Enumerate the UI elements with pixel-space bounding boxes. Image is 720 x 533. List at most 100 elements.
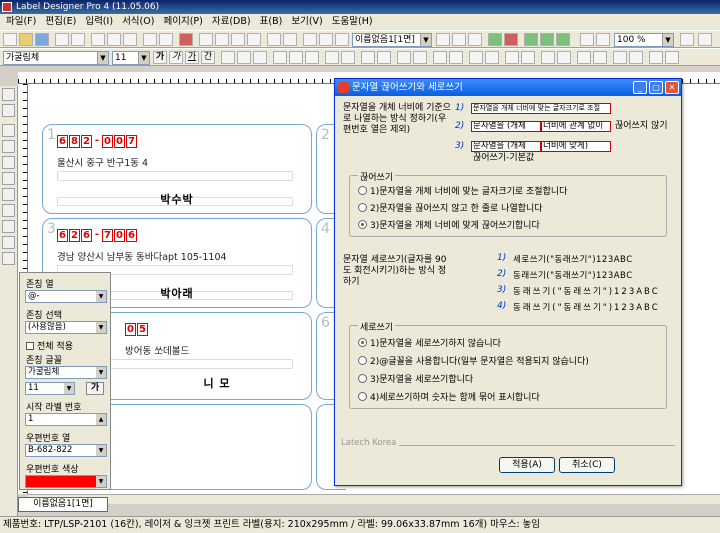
font-select[interactable]: 가굴림체 ▼	[3, 51, 109, 65]
apply-button[interactable]: 적용(A)	[499, 457, 555, 473]
print-icon[interactable]	[55, 33, 69, 46]
preview-icon[interactable]	[71, 33, 85, 46]
db-icon[interactable]	[303, 33, 317, 46]
menu-format[interactable]: 서식(O)	[122, 16, 154, 27]
underline-button[interactable]: 가	[185, 51, 199, 64]
save-icon[interactable]	[35, 33, 49, 46]
line-icon[interactable]	[215, 33, 229, 46]
zoom-out-icon[interactable]	[596, 33, 610, 46]
minimize-icon[interactable]: _	[633, 81, 647, 94]
align-center-icon[interactable]	[237, 51, 251, 64]
menu-edit[interactable]: 편집(E)	[45, 16, 76, 27]
play-icon[interactable]	[556, 33, 570, 46]
zip-column-select[interactable]: B-682-822 ▼	[25, 444, 107, 457]
hand-icon[interactable]	[2, 104, 15, 117]
valign-mid-icon[interactable]	[289, 51, 303, 64]
spacing-icon[interactable]	[361, 51, 375, 64]
valign-bottom-icon[interactable]	[305, 51, 319, 64]
open-icon[interactable]	[19, 33, 33, 46]
new-icon[interactable]	[3, 33, 17, 46]
undo-icon[interactable]	[143, 33, 157, 46]
paste-icon[interactable]	[123, 33, 137, 46]
text-tool-icon[interactable]	[2, 124, 15, 137]
serial-tool-icon[interactable]	[2, 236, 15, 249]
rect-icon[interactable]	[231, 33, 245, 46]
title-size-select[interactable]: 11 ▼	[25, 382, 75, 395]
spacing-value-icon[interactable]	[377, 51, 391, 64]
forward-icon[interactable]	[540, 33, 554, 46]
fill-value-icon[interactable]	[521, 51, 535, 64]
image-icon[interactable]	[247, 33, 261, 46]
line-spacing-value-icon[interactable]	[413, 51, 427, 64]
align-right-icon[interactable]	[253, 51, 267, 64]
fill-icon[interactable]	[505, 51, 519, 64]
menu-table[interactable]: 표(B)	[260, 16, 283, 27]
fit-icon[interactable]	[680, 33, 694, 46]
cancel-button[interactable]: 취소(C)	[559, 457, 615, 473]
run-icon[interactable]	[524, 33, 538, 46]
start-number-input[interactable]: 1 ▲	[25, 413, 107, 426]
title-font-select[interactable]: 가굴림체 ▼	[25, 366, 107, 379]
table-icon[interactable]	[283, 33, 297, 46]
border-icon[interactable]	[469, 51, 483, 64]
zip-color-select[interactable]: ▼	[25, 475, 107, 488]
width-icon[interactable]	[433, 51, 447, 64]
text-icon[interactable]	[199, 33, 213, 46]
wrap-option-1[interactable]: 1)문자열을 개체 너비에 맞는 글자크기로 조절합니다	[358, 184, 567, 197]
rect-tool-icon[interactable]	[2, 156, 15, 169]
menu-help[interactable]: 도움말(H)	[332, 16, 373, 27]
page-delete-icon[interactable]	[504, 33, 518, 46]
vertical-option-2[interactable]: 2)@글꼴을 사용합니다(일부 문자열은 적용되지 않습니다)	[358, 354, 589, 367]
db-field-tool-icon[interactable]	[2, 252, 15, 265]
line-tool-icon[interactable]	[2, 140, 15, 153]
page-first-icon[interactable]	[436, 33, 450, 46]
copy-icon[interactable]	[107, 33, 121, 46]
strike-button[interactable]: 간	[201, 51, 215, 64]
delete-icon[interactable]	[179, 33, 193, 46]
title-bold-button[interactable]: 가	[86, 382, 104, 395]
zoom-select[interactable]: 100 % ▼	[614, 33, 674, 47]
maximize-icon[interactable]: □	[649, 81, 663, 94]
redo-icon[interactable]	[159, 33, 173, 46]
ellipse-tool-icon[interactable]	[2, 172, 15, 185]
align-left-icon[interactable]	[221, 51, 235, 64]
table-tool-icon[interactable]	[2, 220, 15, 233]
line-spacing-icon[interactable]	[397, 51, 411, 64]
apply-all-checkbox[interactable]: 전체 적용	[26, 339, 73, 352]
image-tool-icon[interactable]	[2, 188, 15, 201]
valign-top-icon[interactable]	[273, 51, 287, 64]
barcode-tool-icon[interactable]	[2, 204, 15, 217]
margin-icon[interactable]	[613, 51, 627, 64]
menu-view[interactable]: 보기(V)	[291, 16, 322, 27]
shadow-value-icon[interactable]	[557, 51, 571, 64]
pointer-icon[interactable]	[2, 88, 15, 101]
help-icon[interactable]	[698, 33, 712, 46]
color-icon[interactable]	[341, 51, 355, 64]
sheet-tab[interactable]: 이름없음1[1면]	[18, 497, 108, 512]
indent-value-icon[interactable]	[593, 51, 607, 64]
menu-file[interactable]: 파일(F)	[6, 16, 36, 27]
page-add-icon[interactable]	[488, 33, 502, 46]
margin-value-icon[interactable]	[629, 51, 643, 64]
cut-icon[interactable]	[91, 33, 105, 46]
page-prev-icon[interactable]	[452, 33, 466, 46]
page-select[interactable]: 이름없음1[1면] ▼	[352, 33, 432, 47]
menu-data[interactable]: 자료(DB)	[212, 16, 251, 27]
label-cell-1[interactable]: 1 6 8 2 - 0 0 7 울산시 중구 반구1동 4 박수박	[42, 124, 312, 214]
close-icon[interactable]: ✕	[665, 81, 679, 94]
page-next-icon[interactable]	[468, 33, 482, 46]
vertical-option-3[interactable]: 3)문자열을 세로쓰기합니다	[358, 372, 473, 385]
rotate-icon[interactable]	[325, 51, 339, 64]
barcode-icon[interactable]	[267, 33, 281, 46]
vertical-option-1[interactable]: 1)문자열을 세로쓰기하지 않습니다	[358, 336, 501, 349]
width-value-icon[interactable]	[449, 51, 463, 64]
shadow-icon[interactable]	[541, 51, 555, 64]
bold-button[interactable]: 가	[153, 51, 167, 64]
merge-icon[interactable]	[319, 33, 333, 46]
horizontal-scrollbar[interactable]	[28, 494, 720, 504]
wrap-option-3[interactable]: 3)문자열을 개체 너비에 맞게 끊어쓰기합니다	[358, 218, 540, 231]
zoom-in-icon[interactable]	[580, 33, 594, 46]
font-size-select[interactable]: 11 ▼	[112, 51, 150, 65]
title-column-select[interactable]: @- ▼	[25, 290, 107, 303]
vertical-option-4[interactable]: 4)세로쓰기하며 숫자는 함께 묶어 표시합니다	[358, 390, 540, 403]
